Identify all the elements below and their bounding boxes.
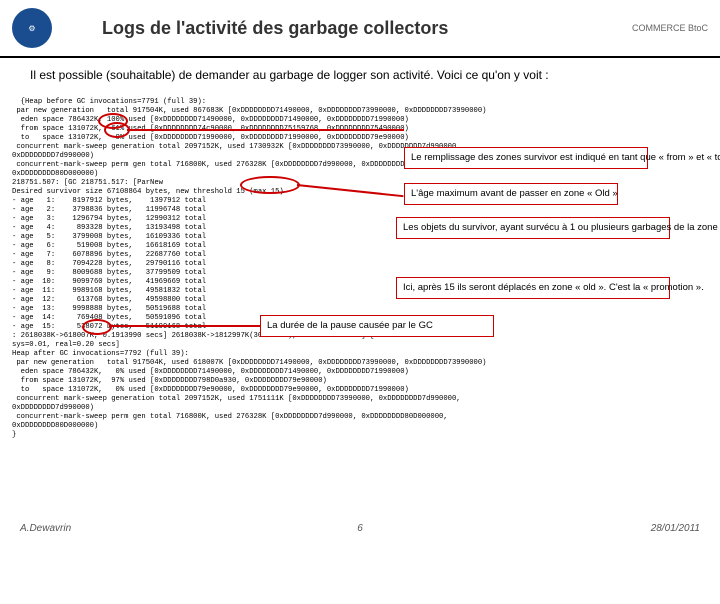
footer-page: 6 bbox=[357, 523, 363, 534]
logo-left-icon: ⚙ bbox=[12, 8, 52, 48]
annotation-pause: La durée de la pause causée par le GC bbox=[260, 315, 494, 337]
intro-text: Il est possible (souhaitable) de demande… bbox=[0, 58, 720, 87]
logo-right: COMMERCE BtoC bbox=[632, 23, 708, 33]
line-pause bbox=[109, 325, 260, 327]
footer-date: 28/01/2011 bbox=[651, 523, 700, 534]
annotation-promotion: Ici, après 15 ils seront déplacés en zon… bbox=[396, 277, 670, 299]
header: ⚙ Logs de l'activité des garbage collect… bbox=[0, 0, 720, 58]
annotation-survivor: Le remplissage des zones survivor est in… bbox=[404, 147, 648, 169]
circle-pause-time bbox=[82, 319, 112, 335]
line-survivor bbox=[127, 129, 404, 131]
annotation-objets: Les objets du survivor, ayant survécu à … bbox=[396, 217, 670, 239]
circle-threshold bbox=[240, 176, 300, 194]
annotation-maxage: L'âge maximum avant de passer en zone « … bbox=[404, 183, 618, 205]
footer-author: A.Dewavrin bbox=[20, 523, 71, 534]
line-maxage bbox=[297, 184, 404, 197]
page-title: Logs de l'activité des garbage collector… bbox=[102, 18, 632, 39]
footer: A.Dewavrin 6 28/01/2011 bbox=[0, 523, 720, 534]
